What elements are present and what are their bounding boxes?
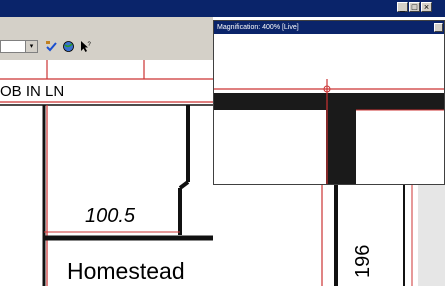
magnifier-title[interactable]: Magnification: 400% [Live] <box>214 21 444 34</box>
vertical-number-label: 196 <box>352 244 374 278</box>
minimize-button[interactable]: _ <box>397 2 408 12</box>
chevron-down-icon[interactable]: ▾ <box>25 41 37 52</box>
svg-text:?: ? <box>88 42 92 48</box>
app-title-bar: _ □ × <box>0 0 445 17</box>
close-button[interactable]: × <box>421 2 432 12</box>
magnified-view <box>214 34 444 184</box>
help-pointer-icon[interactable]: ? <box>79 40 92 53</box>
toolbar <box>0 17 213 60</box>
scale-dropdown[interactable]: ▾ <box>0 40 38 53</box>
checklist-icon[interactable] <box>45 40 58 53</box>
subdivision-label: Homestead <box>67 258 185 284</box>
lot-number-label: 100.5 <box>85 205 136 227</box>
magnifier-window[interactable]: Magnification: 400% [Live] <box>213 20 445 185</box>
street-label: OB IN LN <box>0 83 65 100</box>
magnifier-close-icon[interactable] <box>434 23 443 32</box>
maximize-button[interactable]: □ <box>409 2 420 12</box>
globe-tool-icon[interactable] <box>62 40 75 53</box>
